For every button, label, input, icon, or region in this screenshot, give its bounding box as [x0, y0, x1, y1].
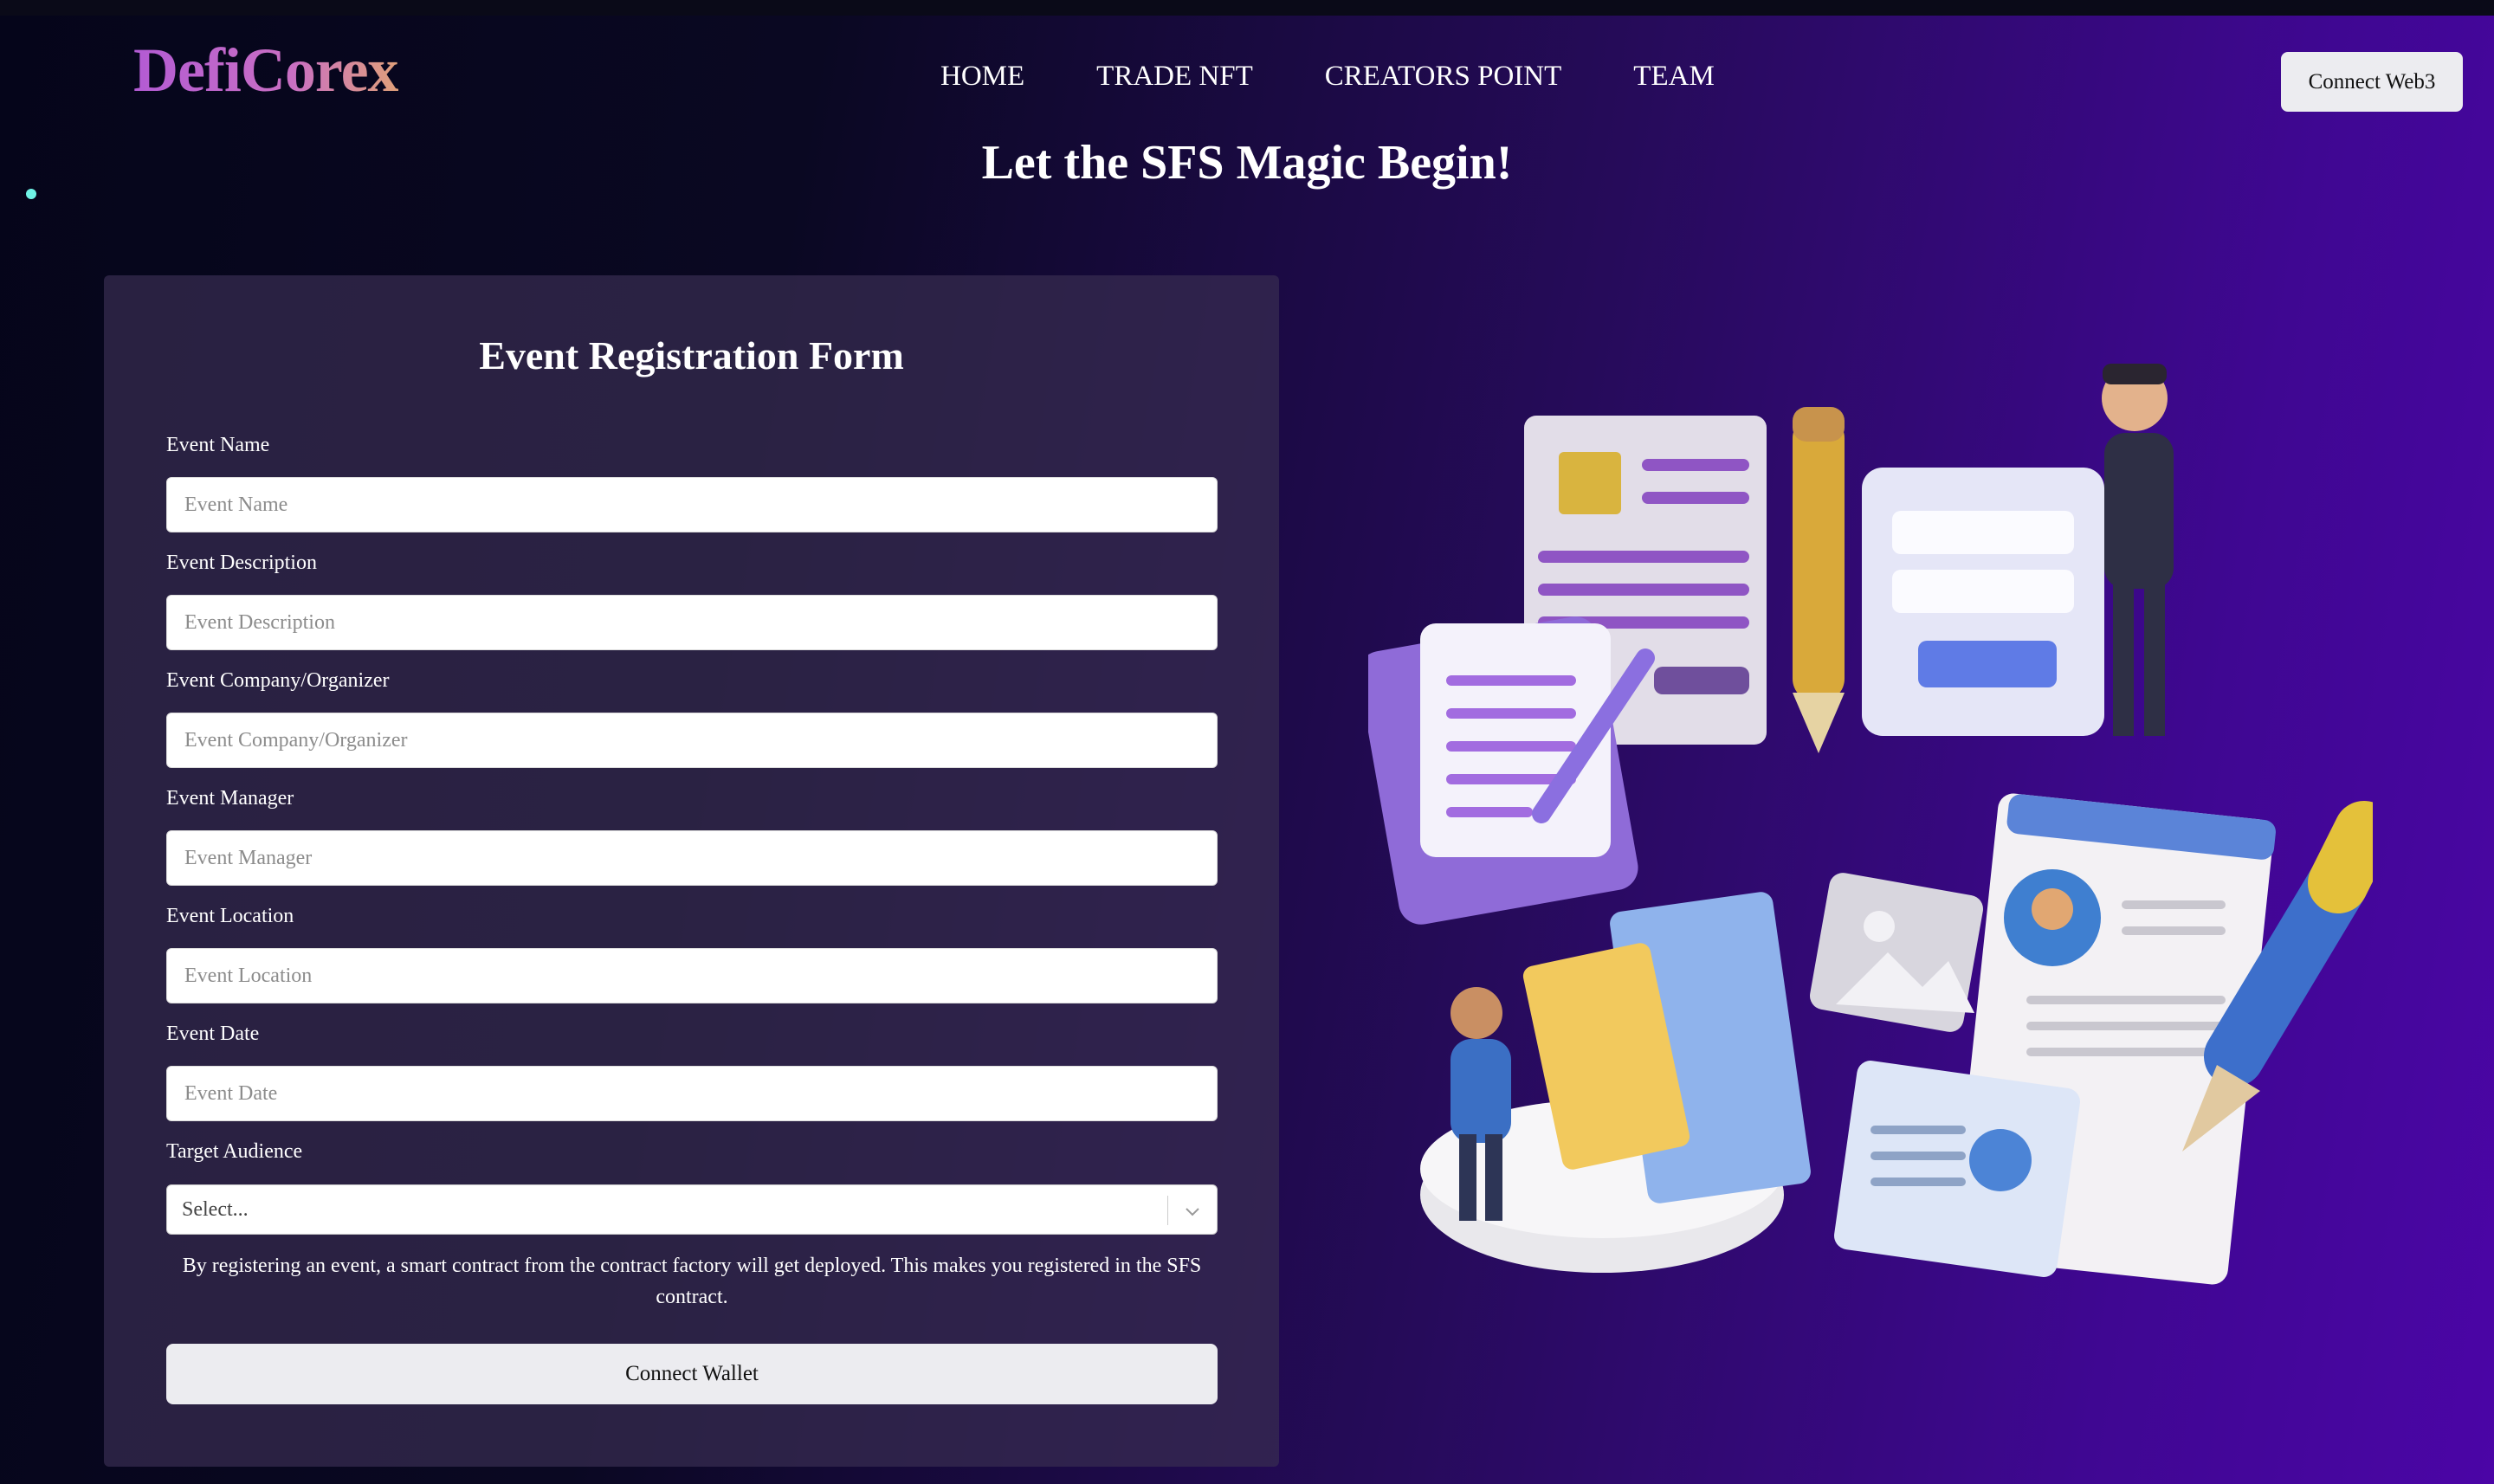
target-audience-select[interactable]: Select...: [166, 1184, 1218, 1235]
form-title: Event Registration Form: [479, 333, 904, 377]
notepad-icon: [1368, 616, 1655, 925]
event-date-label: Event Date: [166, 1023, 260, 1045]
event-registration-form: Event Registration Form Event Name Event…: [104, 275, 1279, 1467]
connect-web3-button[interactable]: Connect Web3: [2281, 52, 2463, 112]
select-value: Select...: [182, 1198, 249, 1221]
businessman-figure: [2102, 364, 2174, 736]
pencil-icon: [1793, 407, 1845, 753]
event-description-label: Event Description: [166, 552, 317, 574]
event-description-input[interactable]: [166, 595, 1218, 650]
id-card-icon: [1834, 1061, 2080, 1277]
registration-illustration: [1368, 364, 2373, 1285]
brand-logo[interactable]: DefiCorex: [133, 35, 399, 106]
event-manager-label: Event Manager: [166, 787, 294, 810]
hero-title: Let the SFS Magic Begin!: [981, 136, 1513, 190]
event-name-input[interactable]: [166, 477, 1218, 532]
select-separator: [1167, 1196, 1168, 1225]
nav-creators-point[interactable]: CREATORS POINT: [1325, 61, 1562, 93]
connect-wallet-button[interactable]: Connect Wallet: [166, 1344, 1218, 1404]
registration-disclaimer: By registering an event, a smart contrac…: [182, 1255, 1202, 1308]
event-name-label: Event Name: [166, 434, 270, 456]
chevron-down-icon[interactable]: [1184, 1203, 1201, 1220]
image-icon: [1810, 873, 1983, 1032]
nav-home[interactable]: HOME: [940, 61, 1024, 93]
decorative-dot: [26, 189, 36, 199]
event-location-label: Event Location: [166, 905, 294, 927]
nav-trade-nft[interactable]: TRADE NFT: [1096, 61, 1253, 93]
top-strip: [0, 0, 2494, 16]
event-organizer-label: Event Company/Organizer: [166, 669, 390, 692]
event-manager-input[interactable]: [166, 830, 1218, 886]
target-audience-label: Target Audience: [166, 1140, 303, 1163]
event-organizer-input[interactable]: [166, 713, 1218, 768]
nav-team[interactable]: TEAM: [1633, 61, 1715, 93]
event-date-input[interactable]: [166, 1066, 1218, 1121]
main-nav: HOME TRADE NFT CREATORS POINT TEAM: [940, 61, 1715, 93]
podium-figure: [1420, 892, 1811, 1273]
login-card-icon: [1862, 468, 2104, 736]
event-location-input[interactable]: [166, 948, 1218, 1003]
